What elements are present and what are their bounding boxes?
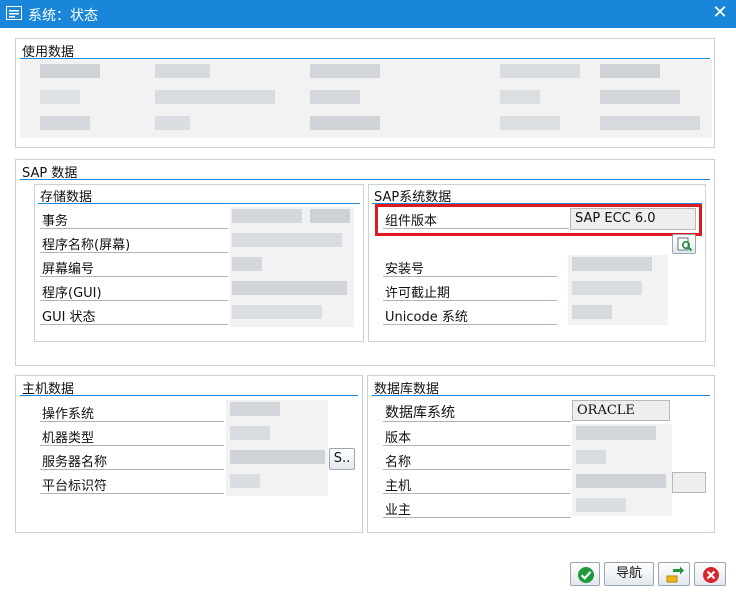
usage-data-divider bbox=[20, 58, 710, 59]
db-values-redacted bbox=[572, 424, 672, 516]
component-details-button[interactable] bbox=[672, 234, 696, 254]
row-underline bbox=[40, 252, 228, 253]
sap-system-values-redacted bbox=[568, 255, 668, 325]
host-values-redacted bbox=[226, 400, 328, 496]
storage-label-transaction: 事务 bbox=[42, 214, 69, 229]
row-underline bbox=[383, 421, 571, 422]
row-underline bbox=[383, 228, 569, 229]
storage-data-divider bbox=[38, 203, 360, 204]
row-underline bbox=[383, 493, 571, 494]
storage-label-program-gui: 程序(GUI) bbox=[42, 286, 102, 301]
row-underline bbox=[40, 421, 224, 422]
host-data-divider bbox=[20, 395, 358, 396]
db-label-system: 数据库系统 bbox=[385, 405, 455, 421]
row-underline bbox=[40, 493, 224, 494]
sap-data-divider bbox=[20, 179, 710, 180]
host-label-machine-type: 机器类型 bbox=[42, 431, 95, 446]
transfer-button[interactable] bbox=[658, 562, 690, 586]
window-title: 系统：状态 bbox=[28, 8, 98, 24]
row-underline bbox=[383, 469, 571, 470]
storage-label-gui-status: GUI 状态 bbox=[42, 310, 96, 325]
component-version-label: 组件版本 bbox=[385, 214, 438, 229]
usage-data-redacted bbox=[20, 60, 712, 138]
confirm-button[interactable] bbox=[570, 562, 600, 586]
row-underline bbox=[383, 324, 557, 325]
db-label-version: 版本 bbox=[385, 431, 412, 446]
storage-label-program-screen: 程序名称(屏幕) bbox=[42, 238, 131, 253]
database-data-divider bbox=[372, 395, 710, 396]
title-bar: 系统：状态 ✕ bbox=[0, 0, 736, 28]
host-label-platform-id: 平台标识符 bbox=[42, 479, 108, 494]
checkmark-icon bbox=[578, 567, 594, 583]
host-label-os: 操作系统 bbox=[42, 407, 95, 422]
db-label-host: 主机 bbox=[385, 479, 412, 494]
row-underline bbox=[40, 300, 228, 301]
storage-values-redacted bbox=[230, 207, 354, 327]
magnify-details-icon bbox=[677, 237, 693, 252]
row-underline bbox=[383, 445, 571, 446]
db-host-extension-field bbox=[672, 472, 706, 493]
row-underline bbox=[383, 276, 557, 277]
row-underline bbox=[40, 445, 224, 446]
component-version-value: SAP ECC 6.0 bbox=[570, 208, 696, 230]
cancel-button[interactable] bbox=[694, 562, 726, 586]
storage-label-screen-number: 屏幕编号 bbox=[42, 262, 95, 277]
row-underline bbox=[40, 276, 228, 277]
transfer-arrows-icon bbox=[666, 566, 684, 583]
close-icon[interactable]: ✕ bbox=[708, 2, 732, 24]
row-underline bbox=[383, 517, 571, 518]
row-underline bbox=[40, 324, 228, 325]
host-label-server-name: 服务器名称 bbox=[42, 455, 108, 470]
license-expiry-label: 许可截止期 bbox=[385, 286, 451, 301]
installation-number-label: 安装号 bbox=[385, 262, 425, 277]
db-label-owner: 业主 bbox=[385, 503, 412, 518]
window-icon bbox=[6, 6, 22, 20]
row-underline bbox=[383, 300, 557, 301]
server-name-more-button[interactable]: S.. bbox=[329, 448, 355, 470]
unicode-system-label: Unicode 系统 bbox=[385, 310, 468, 325]
navigation-button[interactable]: 导航 bbox=[604, 562, 654, 586]
db-label-name: 名称 bbox=[385, 455, 412, 470]
row-underline bbox=[40, 469, 224, 470]
db-system-value: ORACLE bbox=[572, 400, 670, 421]
cancel-icon bbox=[703, 567, 719, 583]
row-underline bbox=[40, 228, 228, 229]
